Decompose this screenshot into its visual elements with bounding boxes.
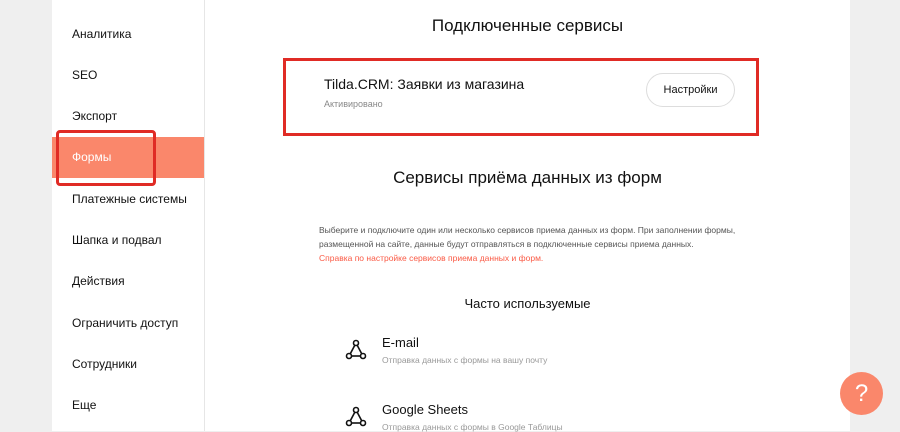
share-icon	[345, 339, 367, 360]
sidebar-item-header-footer[interactable]: Шапка и подвал	[52, 220, 204, 261]
popular-heading: Часто используемые	[464, 296, 591, 311]
help-button[interactable]: ?	[840, 372, 883, 415]
question-icon: ?	[854, 380, 869, 407]
sidebar-item-more[interactable]: Еще	[52, 385, 204, 426]
sidebar-item-restrict-access[interactable]: Ограничить доступ	[52, 303, 204, 344]
sidebar-item-analytics[interactable]: Аналитика	[52, 14, 204, 55]
connected-service-title: Tilda.CRM: Заявки из магазина	[324, 76, 525, 92]
connected-services-heading: Подключенные сервисы	[431, 16, 624, 35]
connected-service-status: Активировано	[324, 99, 383, 109]
receivers-description-block: Выберите и подключите один или несколько…	[319, 223, 739, 265]
highlight-box-forms	[56, 130, 156, 186]
content-area: Подключенные сервисы Tilda.CRM: Заявки и…	[205, 0, 850, 432]
help-link[interactable]: Справка по настройке сервисов приема дан…	[319, 251, 739, 265]
receivers-description: Выберите и подключите один или несколько…	[319, 225, 736, 249]
service-google-sheets-title: Google Sheets	[382, 402, 469, 417]
service-email-title: E-mail	[382, 335, 419, 350]
settings-button[interactable]: Настройки	[646, 73, 735, 107]
sidebar-item-seo[interactable]: SEO	[52, 55, 204, 96]
service-email-desc: Отправка данных с формы на вашу почту	[382, 355, 548, 365]
connected-service-card: Tilda.CRM: Заявки из магазина Активирова…	[283, 58, 759, 136]
sidebar-item-employees[interactable]: Сотрудники	[52, 344, 204, 385]
sidebar-item-actions[interactable]: Действия	[52, 261, 204, 302]
share-icon	[345, 406, 367, 427]
sidebar: Аналитика SEO Экспорт Формы Платежные си…	[52, 0, 205, 431]
receivers-heading: Сервисы приёма данных из форм	[393, 168, 662, 187]
